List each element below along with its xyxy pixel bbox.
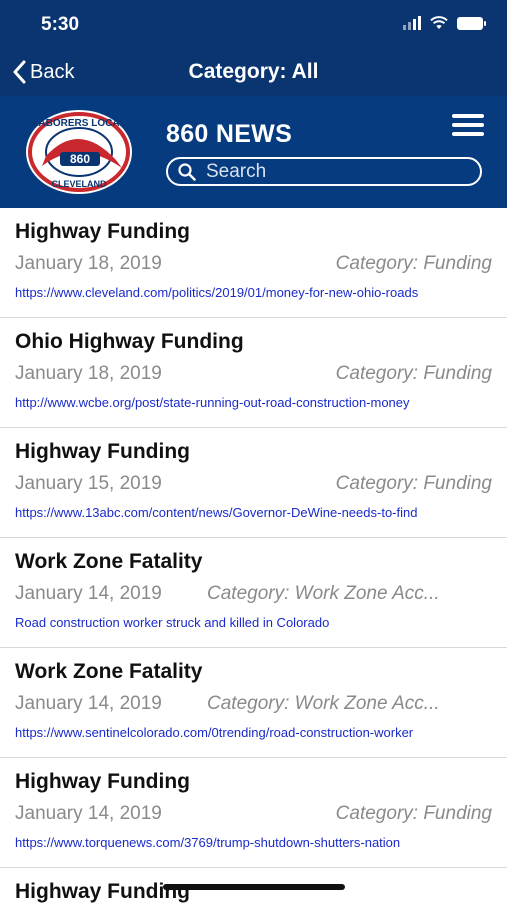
- status-icons: [403, 16, 486, 30]
- news-item-link[interactable]: https://www.cleveland.com/politics/2019/…: [15, 285, 493, 300]
- news-item-date: January 14, 2019: [15, 583, 162, 604]
- news-item[interactable]: Highway Funding January 18, 2019 Categor…: [0, 208, 507, 318]
- news-item-date: January 15, 2019: [15, 473, 162, 494]
- navigation-bar: Back Category: All: [0, 50, 507, 96]
- news-item-category: Category: Funding: [335, 253, 492, 274]
- news-item[interactable]: Highway Funding January 14, 2019 Categor…: [0, 758, 507, 868]
- app-header: 5:30 Back Category: All 860 LABORERS LOC…: [0, 0, 507, 208]
- news-item-category: Category: Funding: [335, 363, 492, 384]
- news-item-title: Highway Funding: [15, 220, 190, 243]
- brand-bar: 860 LABORERS LOCAL CLEVELAND 860 NEWS: [0, 96, 507, 208]
- news-item-title: Highway Funding: [15, 770, 190, 793]
- home-indicator[interactable]: [163, 884, 345, 890]
- news-item-date: January 14, 2019: [15, 803, 162, 824]
- news-item[interactable]: Work Zone Fatality January 14, 2019 Cate…: [0, 538, 507, 648]
- news-item-category: Category: Funding: [335, 803, 492, 824]
- news-item-category: Category: Funding: [335, 473, 492, 494]
- hamburger-menu-icon[interactable]: [452, 114, 484, 136]
- news-item-link[interactable]: http://www.wcbe.org/post/state-running-o…: [15, 395, 493, 410]
- wifi-icon: [430, 16, 448, 29]
- news-item-title: Highway Funding: [15, 440, 190, 463]
- news-item[interactable]: Highway Funding January 15, 2019 Categor…: [0, 428, 507, 538]
- news-item-link[interactable]: https://www.torquenews.com/3769/trump-sh…: [15, 835, 493, 850]
- app-title: 860 NEWS: [166, 120, 293, 148]
- news-item-link[interactable]: Road construction worker struck and kill…: [15, 615, 493, 630]
- union-logo: 860 LABORERS LOCAL CLEVELAND: [26, 110, 132, 194]
- status-time: 5:30: [41, 14, 80, 35]
- news-item-title: Work Zone Fatality: [15, 550, 203, 573]
- news-item-date: January 18, 2019: [15, 363, 162, 384]
- svg-text:860: 860: [70, 152, 90, 166]
- news-item-title: Ohio Highway Funding: [15, 330, 244, 353]
- search-icon: [178, 162, 196, 181]
- news-item[interactable]: Work Zone Fatality January 14, 2019 Cate…: [0, 648, 507, 758]
- search-bar[interactable]: [166, 157, 482, 186]
- news-item-category: Category: Work Zone Acc...: [207, 693, 440, 714]
- news-list: Highway Funding January 18, 2019 Categor…: [0, 208, 507, 868]
- news-item-title: Work Zone Fatality: [15, 660, 203, 683]
- news-item-link[interactable]: https://www.13abc.com/content/news/Gover…: [15, 505, 493, 520]
- svg-text:CLEVELAND: CLEVELAND: [51, 179, 107, 189]
- status-bar: 5:30: [0, 0, 507, 50]
- news-item-date: January 14, 2019: [15, 693, 162, 714]
- signal-icon: [403, 16, 421, 30]
- news-item[interactable]: Ohio Highway Funding January 18, 2019 Ca…: [0, 318, 507, 428]
- search-input[interactable]: [204, 159, 458, 184]
- news-item-category: Category: Work Zone Acc...: [207, 583, 440, 604]
- news-item-link[interactable]: https://www.sentinelcolorado.com/0trendi…: [15, 725, 493, 740]
- svg-text:LABORERS LOCAL: LABORERS LOCAL: [32, 118, 125, 129]
- battery-icon: [457, 16, 486, 30]
- news-item-date: January 18, 2019: [15, 253, 162, 274]
- page-title: Category: All: [188, 60, 319, 83]
